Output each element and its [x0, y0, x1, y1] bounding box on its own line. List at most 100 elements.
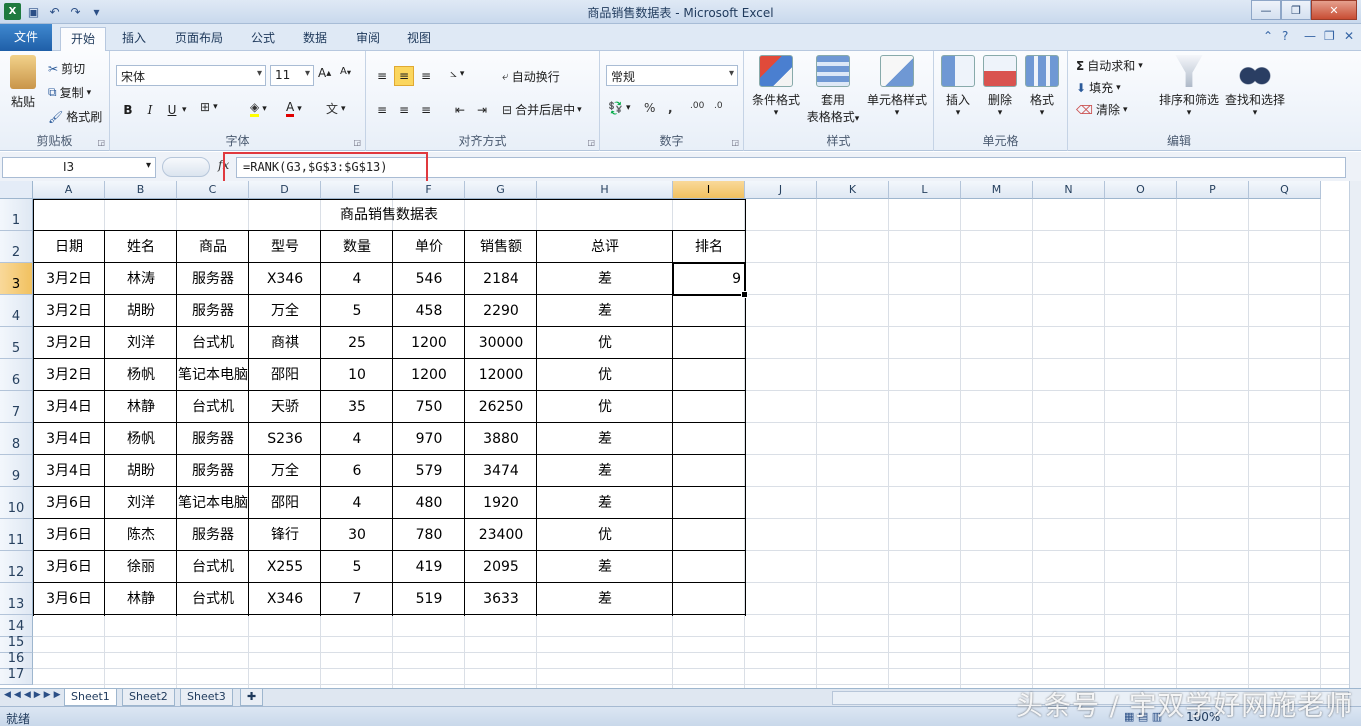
- cell-f6[interactable]: 1200: [393, 359, 465, 391]
- cell-d8[interactable]: S236: [249, 423, 321, 455]
- font-name-combo[interactable]: 宋体: [116, 65, 266, 86]
- cell-e9[interactable]: 6: [321, 455, 393, 487]
- cell-g12[interactable]: 2095: [465, 551, 537, 583]
- doc-restore-icon[interactable]: ❐: [1324, 29, 1335, 43]
- close-button[interactable]: ✕: [1311, 0, 1357, 20]
- select-all-corner[interactable]: [0, 181, 33, 199]
- vertical-scrollbar[interactable]: [1349, 181, 1361, 688]
- cell-c12[interactable]: 台式机: [177, 551, 249, 583]
- cell-a9[interactable]: 3月4日: [33, 455, 105, 487]
- cell-g2[interactable]: 销售额: [465, 231, 537, 263]
- cell-f12[interactable]: 419: [393, 551, 465, 583]
- row-header-6[interactable]: 6: [0, 359, 33, 391]
- column-header-q[interactable]: Q: [1249, 181, 1321, 199]
- cell-f3[interactable]: 546: [393, 263, 465, 295]
- cell-f9[interactable]: 579: [393, 455, 465, 487]
- clear-button[interactable]: ⌫ 清除 ▾: [1076, 101, 1128, 118]
- cell-d3[interactable]: X346: [249, 263, 321, 295]
- number-format-combo[interactable]: 常规: [606, 65, 738, 86]
- shrink-font-button[interactable]: A ▾: [340, 66, 354, 77]
- cell-f10[interactable]: 480: [393, 487, 465, 519]
- active-cell-cursor[interactable]: [672, 262, 748, 298]
- cell-g4[interactable]: 2290: [465, 295, 537, 327]
- tab-home[interactable]: 开始: [60, 27, 107, 51]
- conditional-format-button[interactable]: 条件格式 ▾: [748, 55, 804, 118]
- format-cells-button[interactable]: 格式 ▾: [1022, 55, 1062, 118]
- align-right-button[interactable]: ≡: [416, 100, 436, 120]
- grow-font-button[interactable]: A ▴: [318, 66, 334, 80]
- cell-e6[interactable]: 10: [321, 359, 393, 391]
- cell-g9[interactable]: 3474: [465, 455, 537, 487]
- column-header-p[interactable]: P: [1177, 181, 1249, 199]
- column-header-f[interactable]: F: [393, 181, 465, 199]
- cell-a7[interactable]: 3月4日: [33, 391, 105, 423]
- cell-g3[interactable]: 2184: [465, 263, 537, 295]
- cell-b13[interactable]: 林静: [105, 583, 177, 615]
- cell-e7[interactable]: 35: [321, 391, 393, 423]
- tab-review[interactable]: 审阅: [346, 27, 390, 51]
- merge-center-button[interactable]: ⊟ 合并后居中 ▾: [502, 101, 582, 118]
- cell-g10[interactable]: 1920: [465, 487, 537, 519]
- paste-button[interactable]: 粘贴: [4, 55, 42, 110]
- cell-a4[interactable]: 3月2日: [33, 295, 105, 327]
- align-top-button[interactable]: ≡: [372, 66, 392, 86]
- align-left-button[interactable]: ≡: [372, 100, 392, 120]
- fill-button[interactable]: ⬇ 填充 ▾: [1076, 79, 1121, 96]
- cell-styles-button[interactable]: 单元格样式 ▾: [864, 55, 930, 118]
- align-bottom-button[interactable]: ≡: [416, 66, 436, 86]
- cell-a1[interactable]: 商品销售数据表: [33, 199, 745, 231]
- cell-d12[interactable]: X255: [249, 551, 321, 583]
- column-header-k[interactable]: K: [817, 181, 889, 199]
- find-select-button[interactable]: 查找和选择 ▾: [1222, 55, 1288, 118]
- row-header-5[interactable]: 5: [0, 327, 33, 359]
- cell-a12[interactable]: 3月6日: [33, 551, 105, 583]
- row-header-4[interactable]: 4: [0, 295, 33, 327]
- cell-c2[interactable]: 商品: [177, 231, 249, 263]
- cell-e13[interactable]: 7: [321, 583, 393, 615]
- cell-e5[interactable]: 25: [321, 327, 393, 359]
- tab-file[interactable]: 文件: [0, 24, 52, 51]
- cell-a13[interactable]: 3月6日: [33, 583, 105, 615]
- cell-h3[interactable]: 差: [537, 263, 673, 295]
- new-sheet-button[interactable]: ✚: [240, 689, 264, 706]
- cell-g8[interactable]: 3880: [465, 423, 537, 455]
- font-launcher-icon[interactable]: ◲: [353, 138, 361, 147]
- cell-b3[interactable]: 林涛: [105, 263, 177, 295]
- cell-a2[interactable]: 日期: [33, 231, 105, 263]
- cell-c9[interactable]: 服务器: [177, 455, 249, 487]
- number-launcher-icon[interactable]: ◲: [731, 138, 739, 147]
- minimize-button[interactable]: —: [1251, 0, 1281, 20]
- cell-h4[interactable]: 差: [537, 295, 673, 327]
- cell-f11[interactable]: 780: [393, 519, 465, 551]
- cell-e2[interactable]: 数量: [321, 231, 393, 263]
- cell-h11[interactable]: 优: [537, 519, 673, 551]
- column-header-a[interactable]: A: [33, 181, 105, 199]
- spreadsheet-grid[interactable]: ABCDEFGHIJKLMNOPQ 1 2 3 4 5 6 7 8 9 10 11 12 13 14 15 1…: [0, 181, 1349, 688]
- alignment-launcher-icon[interactable]: ◲: [587, 138, 595, 147]
- fill-color-button[interactable]: ◈ ▾: [250, 100, 267, 117]
- cell-e11[interactable]: 30: [321, 519, 393, 551]
- borders-button[interactable]: ⊞ ▾: [200, 100, 218, 114]
- sheet-tab-3[interactable]: Sheet3: [180, 689, 233, 706]
- column-header-n[interactable]: N: [1033, 181, 1105, 199]
- cell-c4[interactable]: 服务器: [177, 295, 249, 327]
- accounting-format-button[interactable]: 💱 ▾: [608, 101, 630, 115]
- row-header-11[interactable]: 11: [0, 519, 33, 551]
- cell-h8[interactable]: 差: [537, 423, 673, 455]
- tab-formulas[interactable]: 公式: [241, 27, 285, 51]
- cell-h12[interactable]: 差: [537, 551, 673, 583]
- format-painter-button[interactable]: 🖌 格式刷: [48, 108, 102, 125]
- delete-cells-button[interactable]: 删除 ▾: [980, 55, 1020, 118]
- cell-f2[interactable]: 单价: [393, 231, 465, 263]
- cell-c11[interactable]: 服务器: [177, 519, 249, 551]
- percent-button[interactable]: %: [644, 101, 658, 115]
- cell-c3[interactable]: 服务器: [177, 263, 249, 295]
- cell-d10[interactable]: 邵阳: [249, 487, 321, 519]
- cell-h10[interactable]: 差: [537, 487, 673, 519]
- cell-g7[interactable]: 26250: [465, 391, 537, 423]
- column-header-g[interactable]: G: [465, 181, 537, 199]
- cell-b7[interactable]: 林静: [105, 391, 177, 423]
- increase-decimal-button[interactable]: .00: [690, 101, 707, 111]
- doc-close-icon[interactable]: ✕: [1344, 29, 1354, 43]
- cell-c5[interactable]: 台式机: [177, 327, 249, 359]
